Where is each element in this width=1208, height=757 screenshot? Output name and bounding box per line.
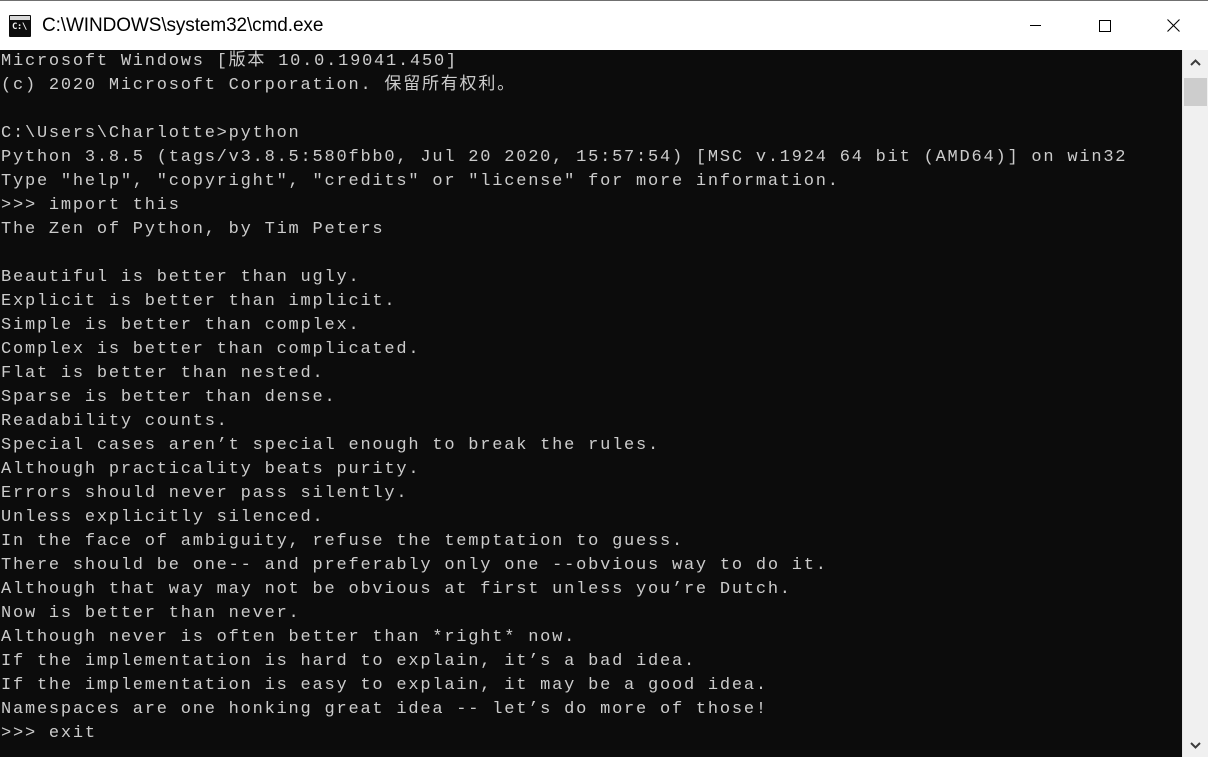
minimize-icon bbox=[1030, 25, 1041, 26]
cmd-console-icon: C:\ bbox=[9, 14, 31, 37]
console-line: Python 3.8.5 (tags/v3.8.5:580fbb0, Jul 2… bbox=[1, 148, 1128, 167]
scrollbar-down-button[interactable] bbox=[1183, 732, 1208, 757]
console-line: C:\Users\Charlotte>python bbox=[1, 124, 301, 143]
console-line: Flat is better than nested. bbox=[1, 364, 325, 383]
console-line: Sparse is better than dense. bbox=[1, 388, 337, 407]
cmd-window: C:\ C:\WINDOWS\system32\cmd.exe Microsof… bbox=[0, 0, 1208, 757]
console-line: The Zen of Python, by Tim Peters bbox=[1, 220, 385, 239]
console-line: Now is better than never. bbox=[1, 604, 301, 623]
console-line: Readability counts. bbox=[1, 412, 229, 431]
console-line: Unless explicitly silenced. bbox=[1, 508, 325, 527]
cmd-console-icon-label: C:\ bbox=[12, 21, 27, 32]
maximize-button[interactable] bbox=[1070, 1, 1139, 50]
title-bar-left: C:\ C:\WINDOWS\system32\cmd.exe bbox=[0, 14, 1001, 37]
console-line: Namespaces are one honking great idea --… bbox=[1, 700, 768, 719]
console-line: Complex is better than complicated. bbox=[1, 340, 421, 359]
console-line: If the implementation is easy to explain… bbox=[1, 676, 768, 695]
console-line: >>> exit bbox=[1, 724, 97, 743]
vertical-scrollbar[interactable] bbox=[1182, 50, 1208, 757]
scrollbar-up-button[interactable] bbox=[1183, 50, 1208, 75]
console-line: Type "help", "copyright", "credits" or "… bbox=[1, 172, 840, 191]
chevron-up-icon bbox=[1190, 58, 1201, 66]
console-line: Beautiful is better than ugly. bbox=[1, 268, 361, 287]
console-output[interactable]: Microsoft Windows [版本 10.0.19041.450] (c)… bbox=[0, 50, 1182, 757]
window-controls bbox=[1001, 1, 1208, 50]
maximize-icon bbox=[1098, 19, 1111, 32]
console-line: Although never is often better than *rig… bbox=[1, 628, 577, 647]
console-line: Explicit is better than implicit. bbox=[1, 292, 397, 311]
console-line: Although practicality beats purity. bbox=[1, 460, 421, 479]
console-line: Errors should never pass silently. bbox=[1, 484, 409, 503]
console-line: If the implementation is hard to explain… bbox=[1, 652, 696, 671]
scrollbar-track[interactable] bbox=[1183, 75, 1208, 732]
close-icon bbox=[1167, 19, 1180, 32]
console-line: Simple is better than complex. bbox=[1, 316, 361, 335]
title-bar[interactable]: C:\ C:\WINDOWS\system32\cmd.exe bbox=[0, 0, 1208, 50]
window-title: C:\WINDOWS\system32\cmd.exe bbox=[42, 14, 324, 36]
console-line: >>> import this bbox=[1, 196, 181, 215]
console-line: (c) 2020 Microsoft Corporation. 保留所有权利。 bbox=[1, 76, 516, 95]
console-line: There should be one-- and preferably onl… bbox=[1, 556, 828, 575]
minimize-button[interactable] bbox=[1001, 1, 1070, 50]
console-line: Although that way may not be obvious at … bbox=[1, 580, 792, 599]
console-line: Special cases aren’t special enough to b… bbox=[1, 436, 660, 455]
console-line: Microsoft Windows [版本 10.0.19041.450] bbox=[1, 52, 458, 71]
console-line: In the face of ambiguity, refuse the tem… bbox=[1, 532, 684, 551]
scrollbar-thumb[interactable] bbox=[1184, 78, 1207, 106]
console-area[interactable]: Microsoft Windows [版本 10.0.19041.450] (c)… bbox=[0, 50, 1208, 757]
close-button[interactable] bbox=[1139, 1, 1208, 50]
chevron-down-icon bbox=[1190, 741, 1201, 749]
